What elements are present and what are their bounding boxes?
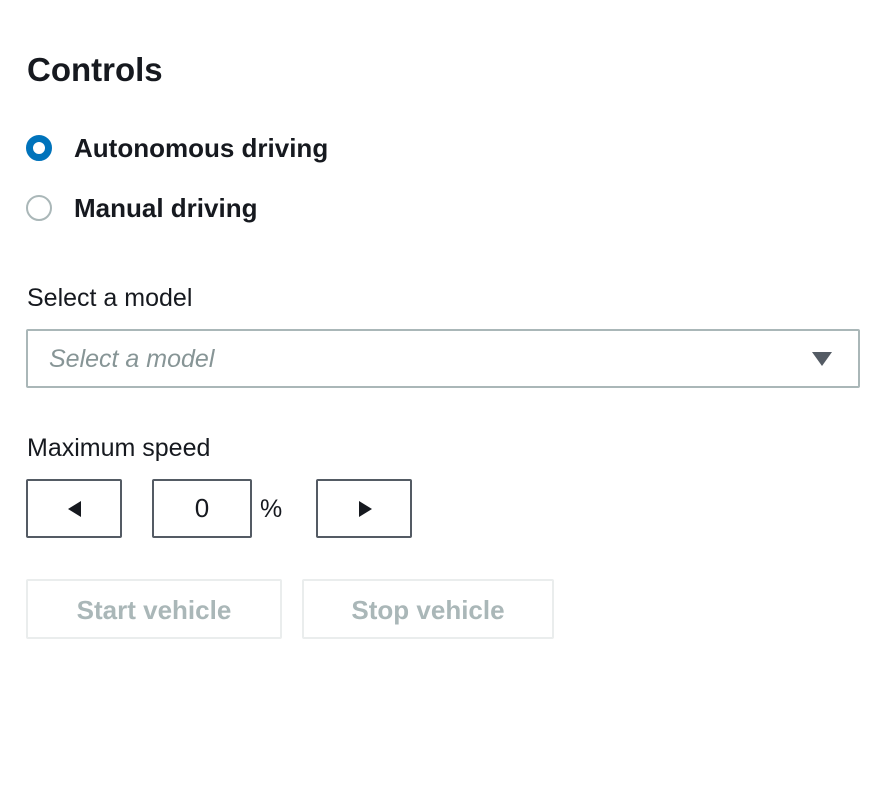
controls-panel: Controls Autonomous driving Manual drivi… bbox=[0, 0, 889, 789]
decrease-speed-button[interactable] bbox=[26, 479, 122, 538]
caret-down-icon bbox=[812, 352, 832, 366]
panel-title: Controls bbox=[27, 51, 163, 88]
increase-speed-button[interactable] bbox=[316, 479, 412, 538]
radio-autonomous-driving[interactable]: Autonomous driving bbox=[26, 133, 328, 163]
radio-manual-driving[interactable]: Manual driving bbox=[26, 193, 257, 223]
radio-button-checked[interactable] bbox=[26, 135, 52, 161]
max-speed-input[interactable] bbox=[152, 479, 252, 538]
model-select[interactable]: Select a model bbox=[26, 329, 860, 388]
stop-vehicle-button[interactable]: Stop vehicle bbox=[302, 579, 554, 639]
radio-button-unchecked[interactable] bbox=[26, 195, 52, 221]
model-select-placeholder: Select a model bbox=[49, 345, 215, 373]
radio-label-autonomous: Autonomous driving bbox=[74, 133, 329, 163]
start-vehicle-button[interactable]: Start vehicle bbox=[26, 579, 282, 639]
model-select-label: Select a model bbox=[27, 284, 193, 312]
max-speed-label: Maximum speed bbox=[27, 434, 211, 462]
triangle-right-icon bbox=[359, 501, 372, 517]
triangle-left-icon bbox=[68, 501, 81, 517]
radio-label-manual: Manual driving bbox=[74, 193, 258, 223]
speed-unit: % bbox=[260, 495, 283, 523]
